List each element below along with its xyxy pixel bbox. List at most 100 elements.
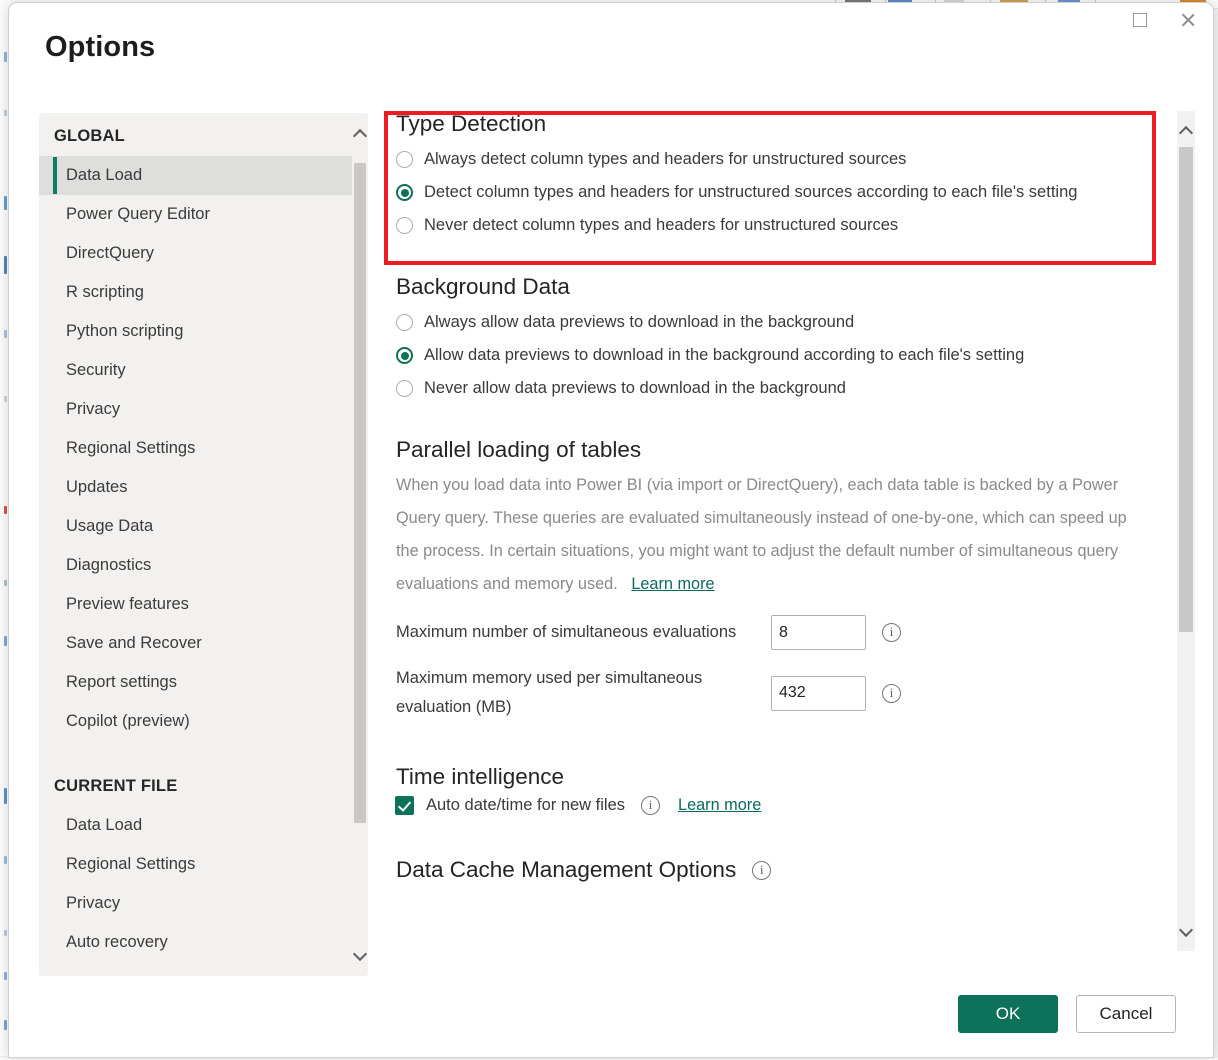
sidebar-item-label: Updates: [66, 478, 127, 496]
dialog-titlebar: [9, 3, 1213, 43]
sidebar-item-security[interactable]: Security: [39, 351, 352, 390]
radio-always-detect-column-types[interactable]: Always detect column types and headers f…: [385, 143, 1165, 176]
info-icon[interactable]: i: [882, 623, 901, 642]
sidebar-item-label: Auto recovery: [66, 933, 168, 951]
sidebar-group-header-global: GLOBAL: [39, 113, 352, 156]
radio-allow-previews-per-file[interactable]: Allow data previews to download in the b…: [385, 339, 1165, 372]
close-button[interactable]: [1165, 3, 1211, 37]
chevron-up-icon: [354, 128, 366, 140]
section-time-intelligence: Time intelligence Auto date/time for new…: [385, 764, 1165, 815]
section-background-data: Background Data Always allow data previe…: [385, 274, 1165, 405]
info-icon[interactable]: i: [882, 684, 901, 703]
sidebar-item-label: Privacy: [66, 400, 120, 418]
sidebar-group-header-current-file: CURRENT FILE: [39, 763, 352, 806]
section-gap: [385, 817, 1165, 857]
max-memory-per-evaluation-input[interactable]: [771, 676, 866, 711]
dialog-footer: OK Cancel: [9, 971, 1213, 1057]
max-simultaneous-evaluations-input[interactable]: [771, 615, 866, 650]
sidebar-item-python-scripting[interactable]: Python scripting: [39, 312, 352, 351]
sidebar-item-current-file-data-load[interactable]: Data Load: [39, 806, 352, 845]
sidebar-item-global-data-load[interactable]: Data Load: [39, 156, 352, 195]
options-dialog: Options GLOBAL Data Load Power Query Edi…: [8, 2, 1214, 1058]
field-label: Maximum memory used per simultaneous eva…: [396, 664, 771, 722]
field-max-simultaneous-evaluations: Maximum number of simultaneous evaluatio…: [385, 615, 1165, 650]
sidebar-item-label: Usage Data: [66, 517, 153, 535]
sidebar-item-power-query-editor[interactable]: Power Query Editor: [39, 195, 352, 234]
radio-button-icon: [396, 380, 413, 397]
sidebar-item-label: Preview features: [66, 595, 189, 613]
sidebar-item-label: Diagnostics: [66, 556, 151, 574]
content-scroll-down-button[interactable]: [1177, 911, 1195, 951]
auto-date-time-checkbox[interactable]: [395, 796, 414, 815]
sidebar-item-preview-features[interactable]: Preview features: [39, 585, 352, 624]
data-cache-title-row: Data Cache Management Options i: [396, 857, 1165, 883]
radio-button-icon: [396, 151, 413, 168]
sidebar-item-label: Copilot (preview): [66, 712, 190, 730]
sidebar-item-label: Security: [66, 361, 126, 379]
section-gap: [385, 724, 1165, 764]
settings-content-pane: Type Detection Always detect column type…: [385, 111, 1165, 951]
content-scrollbar[interactable]: [1177, 111, 1195, 951]
cancel-button[interactable]: Cancel: [1076, 995, 1176, 1033]
settings-sidebar: GLOBAL Data Load Power Query Editor Dire…: [39, 113, 368, 976]
sidebar-item-label: Save and Recover: [66, 634, 202, 652]
radio-button-selected-icon: [396, 347, 413, 364]
checkbox-label: Auto date/time for new files: [426, 796, 625, 815]
sidebar-scrollbar[interactable]: [352, 113, 368, 976]
chevron-up-icon: [1180, 125, 1192, 137]
sidebar-item-label: DirectQuery: [66, 244, 154, 262]
radio-never-allow-previews[interactable]: Never allow data previews to download in…: [385, 372, 1165, 405]
sidebar-item-auto-recovery[interactable]: Auto recovery: [39, 923, 352, 962]
sidebar-item-copilot-preview[interactable]: Copilot (preview): [39, 702, 352, 741]
radio-label: Detect column types and headers for unst…: [424, 183, 1077, 202]
info-icon[interactable]: i: [641, 796, 660, 815]
section-title-time-intelligence: Time intelligence: [396, 764, 1165, 790]
sidebar-item-report-settings[interactable]: Report settings: [39, 663, 352, 702]
sidebar-item-current-file-privacy[interactable]: Privacy: [39, 884, 352, 923]
field-max-memory-per-evaluation: Maximum memory used per simultaneous eva…: [385, 664, 1165, 722]
sidebar-item-r-scripting[interactable]: R scripting: [39, 273, 352, 312]
content-scrollbar-thumb[interactable]: [1179, 147, 1193, 632]
maximize-button[interactable]: [1117, 3, 1163, 37]
info-icon[interactable]: i: [752, 861, 771, 880]
learn-more-link-parallel-loading[interactable]: Learn more: [631, 575, 714, 593]
radio-always-allow-previews[interactable]: Always allow data previews to download i…: [385, 306, 1165, 339]
radio-label: Allow data previews to download in the b…: [424, 346, 1024, 365]
parallel-loading-description: When you load data into Power BI (via im…: [396, 469, 1148, 601]
sidebar-scroll-down-button[interactable]: [352, 934, 368, 976]
sidebar-item-diagnostics[interactable]: Diagnostics: [39, 546, 352, 585]
sidebar-group-spacer: [39, 741, 352, 763]
content-scroll-up-button[interactable]: [1177, 111, 1195, 151]
sidebar-item-directquery[interactable]: DirectQuery: [39, 234, 352, 273]
sidebar-item-save-and-recover[interactable]: Save and Recover: [39, 624, 352, 663]
radio-detect-column-types-per-file[interactable]: Detect column types and headers for unst…: [385, 176, 1165, 209]
sidebar-item-current-file-regional-settings[interactable]: Regional Settings: [39, 845, 352, 884]
sidebar-item-label: Data Load: [66, 816, 142, 834]
section-gap: [385, 244, 1165, 274]
ok-button[interactable]: OK: [958, 995, 1058, 1033]
sidebar-item-privacy[interactable]: Privacy: [39, 390, 352, 429]
chevron-down-icon: [1180, 925, 1192, 937]
sidebar-item-label: Data Load: [66, 166, 142, 184]
radio-never-detect-column-types[interactable]: Never detect column types and headers fo…: [385, 209, 1165, 242]
sidebar-scrollbar-thumb[interactable]: [354, 163, 366, 823]
section-title-parallel-loading: Parallel loading of tables: [396, 437, 1165, 463]
sidebar-item-usage-data[interactable]: Usage Data: [39, 507, 352, 546]
chevron-down-icon: [354, 949, 366, 961]
radio-button-icon: [396, 314, 413, 331]
sidebar-scroll-up-button[interactable]: [352, 113, 368, 155]
section-title-type-detection: Type Detection: [396, 111, 1165, 137]
sidebar-item-label: Regional Settings: [66, 855, 195, 873]
section-type-detection: Type Detection Always detect column type…: [385, 111, 1165, 242]
sidebar-item-label: Python scripting: [66, 322, 183, 340]
sidebar-item-regional-settings[interactable]: Regional Settings: [39, 429, 352, 468]
close-icon: [1180, 12, 1196, 28]
radio-label: Never detect column types and headers fo…: [424, 216, 898, 235]
radio-button-icon: [396, 217, 413, 234]
section-title-background-data: Background Data: [396, 274, 1165, 300]
sidebar-item-updates[interactable]: Updates: [39, 468, 352, 507]
sidebar-scroll-viewport: GLOBAL Data Load Power Query Editor Dire…: [39, 113, 352, 976]
learn-more-link-time-intelligence[interactable]: Learn more: [678, 796, 761, 815]
sidebar-item-label: R scripting: [66, 283, 144, 301]
section-parallel-loading: Parallel loading of tables When you load…: [385, 437, 1165, 722]
